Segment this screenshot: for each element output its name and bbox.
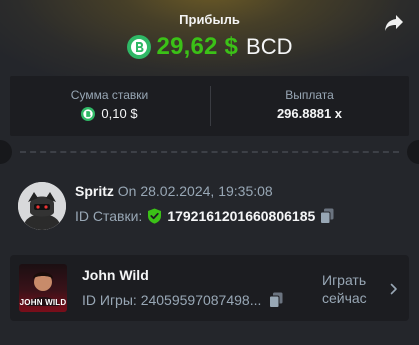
bcd-coin-icon <box>81 106 96 121</box>
user-avatar-icon <box>18 182 66 230</box>
share-icon[interactable] <box>384 14 404 32</box>
profit-currency: BCD <box>246 34 293 59</box>
payout-label: Выплата <box>285 88 334 102</box>
bet-amount-value-row: 0,10 $ <box>10 106 209 121</box>
copy-icon[interactable] <box>269 292 283 308</box>
ticket-notch-left <box>0 140 12 164</box>
bet-amount-value: 0,10 $ <box>101 106 138 121</box>
play-now-button[interactable]: Играть сейчас <box>322 271 382 307</box>
bet-stats-panel: Сумма ставки 0,10 $ Выплата 296.8881 x <box>10 76 409 136</box>
game-card[interactable]: JOHN WILD John Wild ID Игры: 24059597087… <box>10 255 409 321</box>
payout-stat: Выплата 296.8881 x <box>210 76 409 136</box>
user-info-line: Spritz On 28.02.2024, 19:35:08 <box>75 183 273 199</box>
game-id-label: ID Игры: 24059597087498... <box>82 292 262 308</box>
profit-amount: 29,62 $ <box>156 33 239 60</box>
bet-timestamp: On 28.02.2024, 19:35:08 <box>117 183 273 199</box>
copy-icon[interactable] <box>320 208 334 224</box>
avatar[interactable] <box>18 182 66 230</box>
verified-shield-icon <box>148 208 162 224</box>
bet-id-value: 1792161201660806185 <box>167 208 316 224</box>
game-thumbnail[interactable]: JOHN WILD <box>19 264 67 312</box>
profit-title: Прибыль <box>179 12 240 27</box>
bet-id-row: ID Ставки: 1792161201660806185 <box>75 208 334 224</box>
profit-amount-row: 29,62 $ BCD <box>0 33 419 61</box>
game-name[interactable]: John Wild <box>82 267 149 283</box>
username[interactable]: Spritz <box>75 183 114 199</box>
bet-id-label: ID Ставки: <box>75 208 143 224</box>
game-id-row: ID Игры: 24059597087498... <box>82 292 283 308</box>
game-thumbnail-title: JOHN WILD <box>19 298 67 307</box>
bcd-coin-icon <box>126 35 151 59</box>
bet-amount-stat: Сумма ставки 0,10 $ <box>10 76 209 136</box>
chevron-right-icon[interactable] <box>390 283 398 295</box>
payout-value: 296.8881 x <box>276 106 343 121</box>
dashed-divider <box>20 151 399 153</box>
bet-amount-label: Сумма ставки <box>70 88 149 102</box>
ticket-notch-right <box>407 140 419 164</box>
